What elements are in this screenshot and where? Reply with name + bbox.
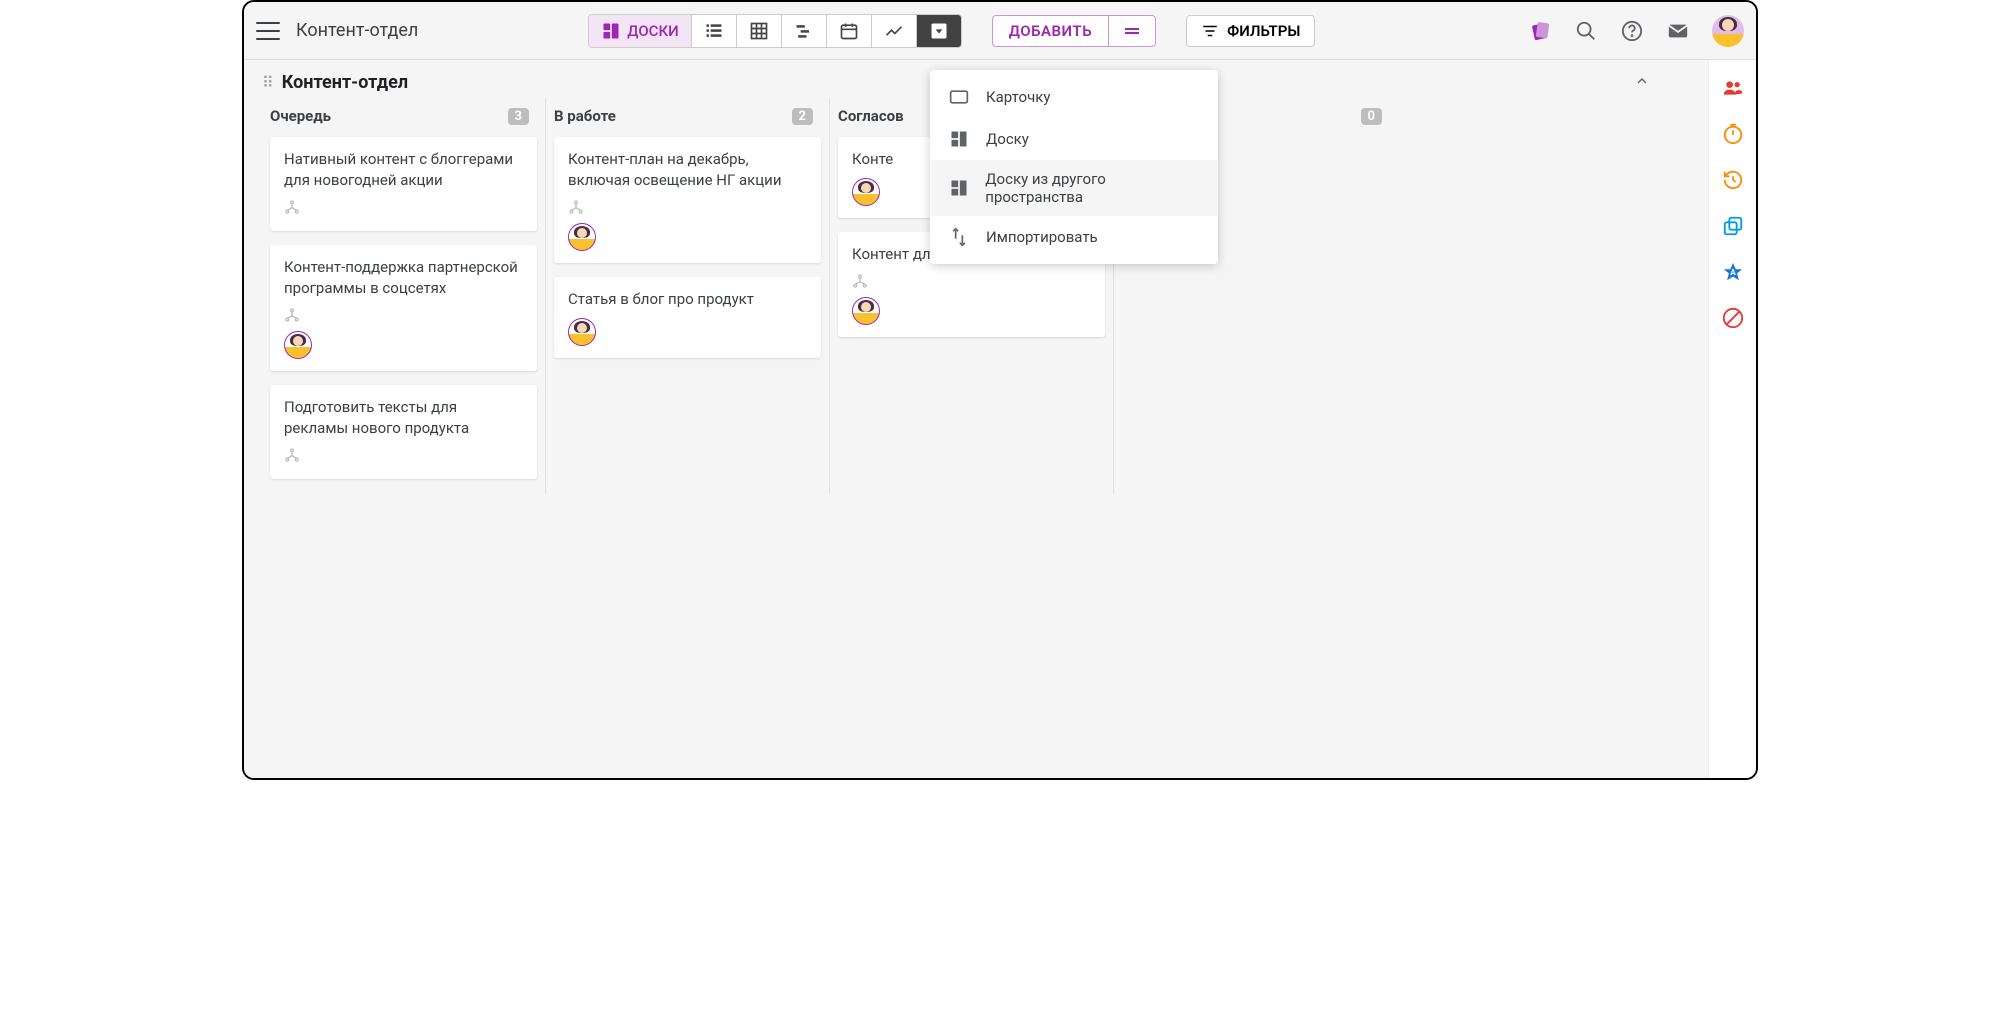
subtree-icon — [568, 199, 584, 219]
board-icon — [948, 128, 970, 150]
board-icon — [948, 177, 969, 199]
view-list-button[interactable] — [692, 15, 737, 47]
card-title: Контент-план на декабрь, включая освещен… — [568, 149, 807, 191]
board-column: В работе 2 Контент-план на декабрь, включа… — [546, 99, 830, 493]
dropdown-item-import[interactable]: Импортировать — [930, 216, 1218, 258]
space-title[interactable]: Контент-отдел — [296, 20, 418, 41]
dropdown-item-label: Карточку — [986, 88, 1050, 106]
people-icon[interactable] — [1721, 76, 1745, 100]
drag-handle-icon[interactable]: ⠿ — [262, 73, 274, 92]
assignee-avatar[interactable] — [568, 318, 596, 346]
history-icon[interactable] — [1721, 168, 1745, 192]
import-icon — [948, 226, 970, 248]
dropdown-item-board[interactable]: Доску — [930, 118, 1218, 160]
view-archive-button[interactable] — [917, 15, 961, 47]
dropdown-item-label: Доску из другого пространства — [985, 170, 1200, 206]
dropdown-item-label: Доску — [986, 130, 1029, 148]
filter-button[interactable]: ФИЛЬТРЫ — [1186, 15, 1315, 47]
dropdown-item-label: Импортировать — [986, 228, 1098, 246]
view-timeline-button[interactable] — [782, 15, 827, 47]
board-title[interactable]: Контент-отдел — [282, 72, 408, 93]
assignee-avatar[interactable] — [568, 223, 596, 251]
dropdown-item-card[interactable]: Карточку — [930, 76, 1218, 118]
card-title: Подготовить тексты для рекламы нового пр… — [284, 397, 523, 439]
add-dropdown-toggle[interactable] — [1109, 16, 1155, 46]
subtree-icon — [284, 307, 300, 327]
dropdown-item-external-board[interactable]: Доску из другого пространства — [930, 160, 1218, 216]
card-title: Статья в блог про продукт — [568, 289, 807, 310]
kanban-card[interactable]: Контент-поддержка партнерской программы … — [270, 245, 537, 371]
timer-icon[interactable] — [1721, 122, 1745, 146]
top-bar: Контент-отдел ДОСКИ ДОБАВИТЬ ФИЛЬТРЫ — [244, 2, 1756, 60]
column-count: 3 — [508, 108, 529, 125]
column-title: В работе — [554, 107, 616, 125]
svg-text:A: A — [1730, 268, 1736, 278]
column-header[interactable]: Очередь 3 — [262, 99, 537, 137]
view-table-button[interactable] — [737, 15, 782, 47]
collapse-icon[interactable] — [1634, 73, 1650, 93]
column-title: Очередь — [270, 107, 331, 125]
card-icon — [948, 86, 970, 108]
card-title: Нативный контент с блоггерами для нового… — [284, 149, 523, 191]
add-button-group: ДОБАВИТЬ — [992, 15, 1156, 47]
right-rail: A — [1708, 60, 1756, 778]
kanban-card[interactable]: Подготовить тексты для рекламы нового пр… — [270, 385, 537, 479]
menu-icon[interactable] — [256, 22, 280, 40]
view-boards-label: ДОСКИ — [627, 22, 678, 40]
view-switcher: ДОСКИ — [588, 14, 961, 48]
board-column: Очередь 3 Нативный контент с блоггерами дл… — [262, 99, 546, 493]
subtree-icon — [284, 199, 300, 219]
auto-icon[interactable]: A — [1721, 260, 1745, 284]
kanban-card[interactable]: Нативный контент с блоггерами для нового… — [270, 137, 537, 231]
view-calendar-button[interactable] — [827, 15, 872, 47]
kanban-card[interactable]: Статья в блог про продукт — [554, 277, 821, 358]
column-title: Согласов — [838, 107, 904, 125]
column-header[interactable]: В работе 2 — [546, 99, 821, 137]
help-icon[interactable] — [1620, 19, 1644, 43]
card-title: Контент-поддержка партнерской программы … — [284, 257, 523, 299]
user-avatar[interactable] — [1712, 15, 1744, 47]
kanban-card[interactable]: Контент-план на декабрь, включая освещен… — [554, 137, 821, 263]
subtree-icon — [852, 273, 868, 293]
add-button[interactable]: ДОБАВИТЬ — [993, 16, 1109, 46]
top-right-actions — [1528, 15, 1744, 47]
copy-icon[interactable] — [1721, 214, 1745, 238]
assignee-avatar[interactable] — [852, 297, 880, 325]
assignee-avatar[interactable] — [284, 331, 312, 359]
view-boards-button[interactable]: ДОСКИ — [589, 15, 691, 47]
subtree-icon — [284, 447, 300, 467]
assignee-avatar[interactable] — [852, 178, 880, 206]
filter-label: ФИЛЬТРЫ — [1227, 22, 1300, 40]
column-count: 0 — [1361, 108, 1382, 125]
add-dropdown-menu: Карточку Доску Доску из другого простран… — [930, 70, 1218, 264]
block-icon[interactable] — [1721, 306, 1745, 330]
view-chart-button[interactable] — [872, 15, 917, 47]
mail-icon[interactable] — [1666, 19, 1690, 43]
cards-icon[interactable] — [1528, 19, 1552, 43]
column-count: 2 — [792, 108, 813, 125]
search-icon[interactable] — [1574, 19, 1598, 43]
